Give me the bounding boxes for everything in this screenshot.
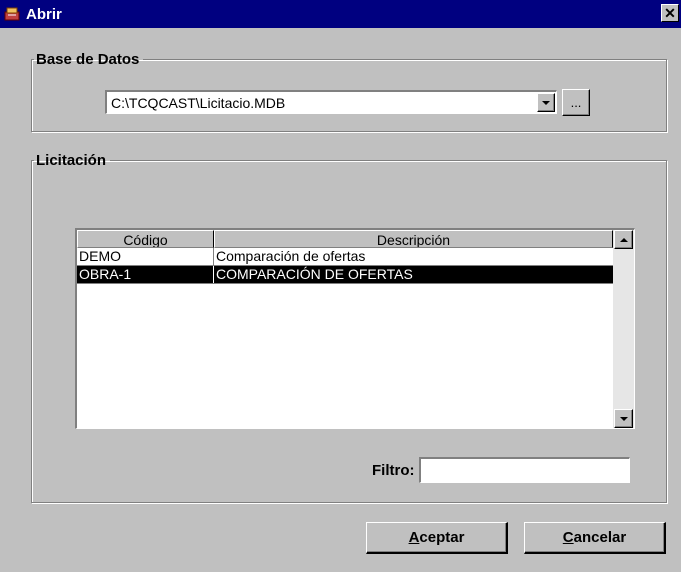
cancel-button[interactable]: Cancelar (524, 522, 666, 554)
cell-descripcion: Comparación de ofertas (216, 248, 366, 264)
browse-button[interactable]: ... (562, 89, 590, 116)
licitacion-group-legend: Licitación (36, 152, 107, 169)
filter-label: Filtro: (372, 462, 415, 479)
title-bar: Abrir ✕ (0, 0, 681, 28)
cancel-accelerator: C (562, 529, 574, 546)
accept-label: ceptar (419, 529, 465, 546)
table-row-selected[interactable]: OBRA-1 COMPARACIÓN DE OFERTAS (77, 266, 613, 284)
column-header-codigo[interactable]: Código (77, 230, 214, 248)
database-path-value: C:\TCQCAST\Licitacio.MDB (111, 94, 286, 111)
scroll-up-button[interactable] (614, 230, 633, 249)
table-row[interactable]: DEMO Comparación de ofertas (77, 248, 613, 266)
app-icon (4, 7, 20, 21)
filter-input[interactable] (419, 457, 630, 483)
database-path-combo[interactable]: C:\TCQCAST\Licitacio.MDB (105, 90, 557, 114)
cell-codigo: DEMO (77, 248, 214, 265)
chevron-down-icon (542, 100, 550, 105)
browse-button-label: ... (570, 95, 582, 110)
cell-codigo: OBRA-1 (77, 266, 214, 283)
scroll-down-button[interactable] (614, 409, 633, 428)
licitacion-grid[interactable]: Código Descripción DEMO Comparación de o… (75, 228, 635, 429)
grid-rows: DEMO Comparación de ofertas OBRA-1 COMPA… (77, 248, 613, 284)
close-button[interactable]: ✕ (661, 4, 679, 22)
cell-descripcion: COMPARACIÓN DE OFERTAS (216, 266, 413, 282)
close-icon: ✕ (664, 5, 676, 21)
cancel-label: ancelar (573, 529, 627, 546)
arrow-down-icon (619, 416, 628, 421)
grid-header: Código Descripción (77, 230, 613, 248)
column-header-descripcion[interactable]: Descripción (214, 230, 613, 248)
accept-accelerator: A (408, 529, 420, 546)
vertical-scrollbar[interactable] (613, 230, 634, 428)
database-group-legend: Base de Datos (36, 51, 140, 68)
combo-dropdown-button[interactable] (537, 93, 555, 112)
window-title: Abrir (26, 5, 62, 23)
arrow-up-icon (619, 237, 628, 242)
accept-button[interactable]: Aceptar (366, 522, 508, 554)
